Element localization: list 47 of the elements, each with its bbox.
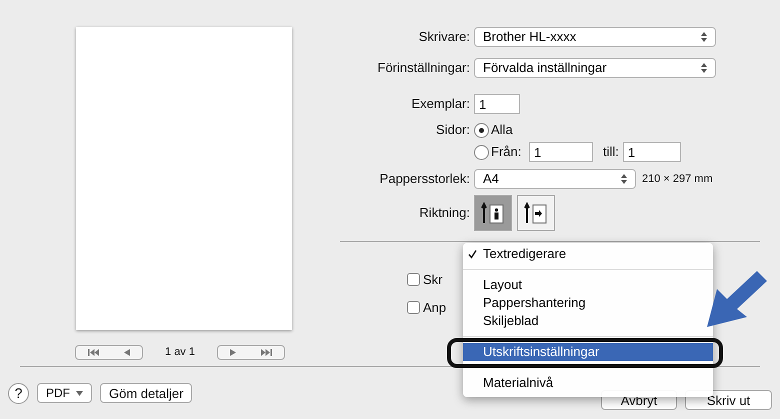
next-page-icon xyxy=(230,348,236,356)
page-counter: 1 av 1 xyxy=(165,345,195,360)
landscape-orientation-icon xyxy=(524,202,548,224)
field-label: Exemplar: xyxy=(410,95,471,114)
radio-label: Från: xyxy=(491,143,522,162)
field-label: Riktning: xyxy=(418,204,471,222)
menu-item[interactable]: Pappershantering xyxy=(463,294,713,312)
field-label: Skrivare: xyxy=(418,28,471,46)
hide-details-button[interactable]: Göm detaljer xyxy=(100,383,192,403)
printer-popup[interactable]: Brother HL-xxxx xyxy=(474,27,716,47)
pdf-menu-button[interactable]: PDF xyxy=(37,383,92,403)
help-button[interactable]: ? xyxy=(8,382,29,404)
field-label: Pappersstorlek: xyxy=(378,170,471,188)
radio-label: Alla xyxy=(491,121,513,140)
orientation-button[interactable] xyxy=(474,195,512,231)
menu-item[interactable]: Skiljeblad xyxy=(463,312,713,330)
checkbox-label: Skr xyxy=(423,271,442,289)
checkbox[interactable] xyxy=(407,273,420,286)
checkbox[interactable] xyxy=(407,300,420,314)
menu-item[interactable]: Textredigerare xyxy=(463,245,713,263)
stepper-arrows-icon xyxy=(701,32,707,42)
portrait-orientation-icon xyxy=(481,202,505,224)
previous-page-buttons[interactable] xyxy=(75,344,144,360)
paper-size-popup[interactable]: A4 xyxy=(474,169,636,189)
field-label: Sidor: xyxy=(435,121,471,140)
next-page-buttons[interactable] xyxy=(216,344,285,360)
stepper-arrows-icon xyxy=(621,174,627,184)
presets-popup[interactable]: Förvalda inställningar xyxy=(474,58,716,78)
from-page-field[interactable]: 1 xyxy=(529,142,593,162)
checkmark-icon xyxy=(468,250,477,258)
copies-field[interactable]: 1 xyxy=(474,94,520,114)
caret-icon xyxy=(76,390,83,396)
last-page-icon xyxy=(260,348,272,356)
menu-item[interactable]: Materialnivå xyxy=(463,374,713,392)
menu-item[interactable]: Utskriftsinställningar xyxy=(463,343,713,361)
previous-page-icon xyxy=(124,348,130,356)
menu-item[interactable]: Layout xyxy=(463,276,713,294)
to-page-field[interactable]: 1 xyxy=(622,142,681,162)
checkbox-label: Anp xyxy=(423,298,446,317)
stepper-arrows-icon xyxy=(701,63,707,73)
radio-button[interactable] xyxy=(474,144,489,160)
orientation-button[interactable] xyxy=(517,195,555,231)
first-page-icon xyxy=(88,348,100,356)
paper-dimensions: 210 × 297 mm xyxy=(642,172,713,187)
radio-button[interactable] xyxy=(474,122,489,138)
field-label: Förinställningar: xyxy=(376,59,471,78)
field-label: till: xyxy=(603,143,619,162)
